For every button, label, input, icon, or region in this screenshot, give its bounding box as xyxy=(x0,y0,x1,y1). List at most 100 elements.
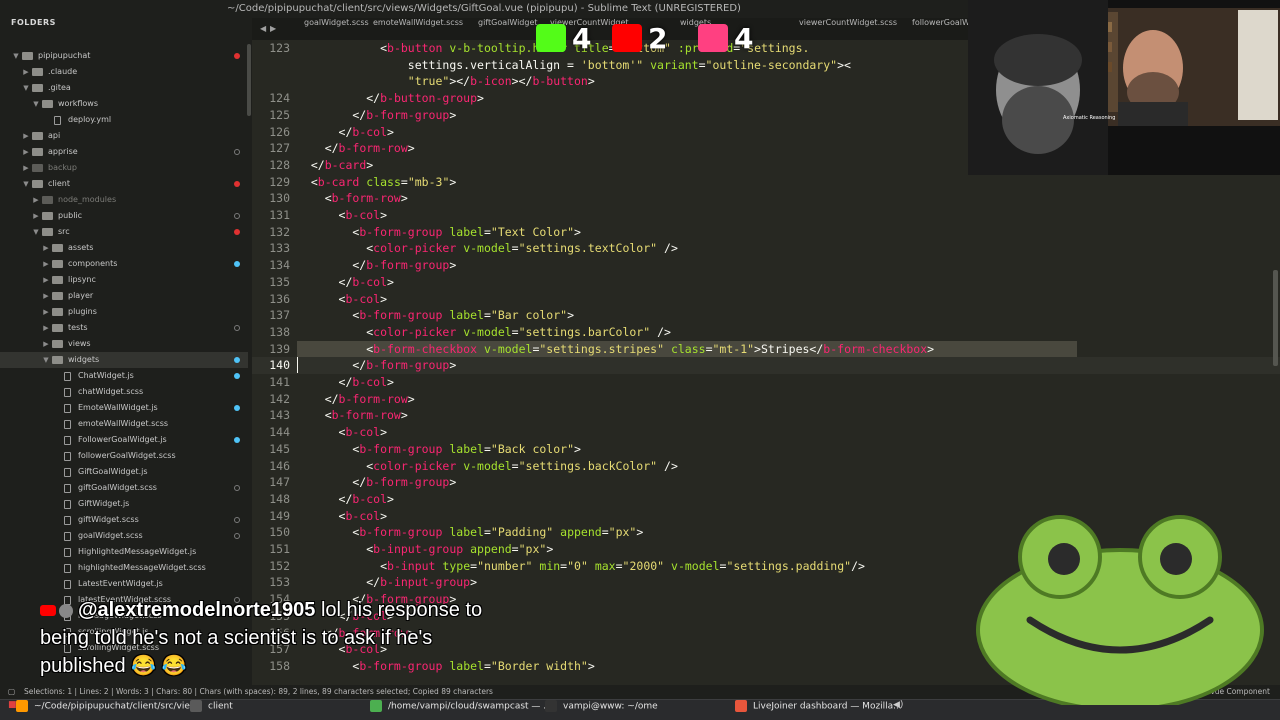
chevron-right-icon[interactable]: ▶ xyxy=(22,64,30,80)
chevron-right-icon[interactable]: ▶ xyxy=(42,272,50,288)
sidebar-folder[interactable]: ▶ assets xyxy=(0,240,248,256)
code-line[interactable]: <b-form-group label="Text Color"> xyxy=(297,224,581,241)
sidebar-file[interactable]: giftWidget.scss xyxy=(0,512,248,528)
sidebar-scrollbar[interactable] xyxy=(247,44,251,116)
editor-tab[interactable]: giftGoalWidget xyxy=(478,18,538,40)
code-line[interactable]: <color-picker v-model="settings.backColo… xyxy=(297,458,678,475)
code-line[interactable]: </b-form-group> xyxy=(297,257,456,274)
chevron-right-icon[interactable]: ▶ xyxy=(42,304,50,320)
sidebar-file[interactable]: goalWidget.scss xyxy=(0,528,248,544)
code-line[interactable]: </b-form-row> xyxy=(297,140,415,157)
code-line[interactable]: <color-picker v-model="settings.textColo… xyxy=(297,240,678,257)
chevron-down-icon[interactable]: ▼ xyxy=(42,352,50,368)
code-line[interactable]: </b-col> xyxy=(297,124,394,141)
sidebar-folder[interactable]: ▶ views xyxy=(0,336,248,352)
sidebar-folder[interactable]: ▶ .claude xyxy=(0,64,248,80)
sidebar-folder[interactable]: ▶ api xyxy=(0,128,248,144)
code-line[interactable]: <b-col> xyxy=(297,291,388,308)
chevron-right-icon[interactable]: ▶ xyxy=(42,336,50,352)
sidebar-folder[interactable]: ▶ player xyxy=(0,288,248,304)
sidebar-folder[interactable]: ▶ tests xyxy=(0,320,248,336)
sidebar-file[interactable]: FollowerGoalWidget.js xyxy=(0,432,248,448)
sidebar-folder[interactable]: ▼ workflows xyxy=(0,96,248,112)
chevron-right-icon[interactable]: ▶ xyxy=(22,144,30,160)
sidebar-folder[interactable]: ▼ widgets xyxy=(0,352,248,368)
sidebar-file[interactable]: giftGoalWidget.scss xyxy=(0,480,248,496)
code-line[interactable]: settings.verticalAlign = 'bottom'" varia… xyxy=(297,57,851,74)
code-line[interactable]: <b-form-checkbox v-model="settings.strip… xyxy=(297,341,934,358)
editor-scrollbar[interactable] xyxy=(1273,270,1278,366)
code-line[interactable]: "true"></b-icon></b-button> xyxy=(297,73,595,90)
code-line[interactable]: </b-form-row> xyxy=(297,391,415,408)
sidebar-folder[interactable]: ▶ node_modules xyxy=(0,192,248,208)
editor-tab[interactable]: goalWidget.scss xyxy=(304,18,369,40)
code-line[interactable]: <b-form-group label="Bar color"> xyxy=(297,307,574,324)
code-line[interactable]: <b-input type="number" min="0" max="2000… xyxy=(297,558,865,575)
chevron-right-icon[interactable]: ▶ xyxy=(22,128,30,144)
taskbar-item[interactable]: ~/Code/pipipupuchat/client/src/vie... xyxy=(16,700,199,720)
chevron-right-icon[interactable]: ▶ xyxy=(42,240,50,256)
code-line[interactable]: <b-card class="mb-3"> xyxy=(297,174,456,191)
code-line[interactable]: <b-input-group append="px"> xyxy=(297,541,553,558)
sidebar-folder[interactable]: ▼ pipipupuchat xyxy=(0,48,248,64)
sidebar-folder[interactable]: ▶ apprise xyxy=(0,144,248,160)
code-line[interactable]: <b-col> xyxy=(297,207,388,224)
taskbar-item[interactable]: client xyxy=(190,700,233,720)
chevron-right-icon[interactable]: ▶ xyxy=(22,160,30,176)
code-line[interactable]: </b-col> xyxy=(297,374,394,391)
sidebar-file[interactable]: deploy.yml xyxy=(0,112,248,128)
chevron-right-icon[interactable]: ▶ xyxy=(42,320,50,336)
sidebar-folder[interactable]: ▶ lipsync xyxy=(0,272,248,288)
sidebar-folder[interactable]: ▶ public xyxy=(0,208,248,224)
volume-icon[interactable]: ◀) xyxy=(893,700,903,720)
sidebar-file[interactable]: followerGoalWidget.scss xyxy=(0,448,248,464)
code-line[interactable]: <b-col> xyxy=(297,508,388,525)
code-line[interactable]: </b-form-group> xyxy=(297,107,456,124)
chevron-right-icon[interactable]: ▶ xyxy=(42,256,50,272)
sidebar-file[interactable]: HighlightedMessageWidget.js xyxy=(0,544,248,560)
code-line[interactable]: <b-col> xyxy=(297,424,388,441)
code-line[interactable]: <b-form-row> xyxy=(297,190,408,207)
sidebar-file[interactable]: chatWidget.scss xyxy=(0,384,248,400)
editor-tab[interactable]: emoteWallWidget.scss xyxy=(373,18,463,40)
taskbar-item[interactable]: /home/vampi/cloud/swampcast — ... xyxy=(370,700,552,720)
chevron-down-icon[interactable]: ▼ xyxy=(32,224,40,240)
sidebar-file[interactable]: EmoteWallWidget.js xyxy=(0,400,248,416)
editor-tab[interactable]: followerGoalWi xyxy=(912,18,968,40)
sidebar-file[interactable]: GiftWidget.js xyxy=(0,496,248,512)
code-line[interactable]: </b-col> xyxy=(297,274,394,291)
code-line[interactable]: <color-picker v-model="settings.barColor… xyxy=(297,324,671,341)
sidebar-folder[interactable]: ▼ client xyxy=(0,176,248,192)
sidebar-folder[interactable]: ▶ components xyxy=(0,256,248,272)
sidebar-folder[interactable]: ▶ backup xyxy=(0,160,248,176)
sidebar-folder[interactable]: ▼ src xyxy=(0,224,248,240)
code-line[interactable]: <b-form-group label="Back color"> xyxy=(297,441,581,458)
sidebar-file[interactable]: ChatWidget.js xyxy=(0,368,248,384)
chevron-right-icon[interactable]: ▶ xyxy=(32,192,40,208)
code-line[interactable]: </b-col> xyxy=(297,491,394,508)
code-line[interactable]: <b-form-group label="Padding" append="px… xyxy=(297,524,643,541)
code-line[interactable]: </b-card> xyxy=(297,157,373,174)
code-line[interactable]: <b-form-row> xyxy=(297,407,408,424)
code-line[interactable]: </b-form-group> xyxy=(297,357,456,374)
chevron-right-icon[interactable]: ▶ xyxy=(42,288,50,304)
sidebar-file[interactable]: highlightedMessageWidget.scss xyxy=(0,560,248,576)
chevron-right-icon[interactable]: ▶ xyxy=(32,208,40,224)
sidebar-file[interactable]: GiftGoalWidget.js xyxy=(0,464,248,480)
chevron-down-icon[interactable]: ▼ xyxy=(22,176,30,192)
tab-prev-button[interactable]: ◀ xyxy=(260,18,266,40)
taskbar-item[interactable]: LiveJoiner dashboard — Mozilla... xyxy=(735,700,902,720)
code-line[interactable]: </b-form-group> xyxy=(297,474,456,491)
taskbar-item[interactable]: vampi@www: ~/ome xyxy=(545,700,658,720)
chevron-down-icon[interactable]: ▼ xyxy=(12,48,20,64)
tab-next-button[interactable]: ▶ xyxy=(270,18,276,40)
sidebar-folder[interactable]: ▼ .gitea xyxy=(0,80,248,96)
chevron-down-icon[interactable]: ▼ xyxy=(22,80,30,96)
sidebar-file[interactable]: emoteWallWidget.scss xyxy=(0,416,248,432)
code-line[interactable]: </b-button-group> xyxy=(297,90,484,107)
sidebar-folder[interactable]: ▶ plugins xyxy=(0,304,248,320)
sidebar-file[interactable]: LatestEventWidget.js xyxy=(0,576,248,592)
code-line[interactable]: </b-input-group> xyxy=(297,574,477,591)
chevron-down-icon[interactable]: ▼ xyxy=(32,96,40,112)
editor-tab[interactable]: viewerCountWidget.scss xyxy=(799,18,897,40)
